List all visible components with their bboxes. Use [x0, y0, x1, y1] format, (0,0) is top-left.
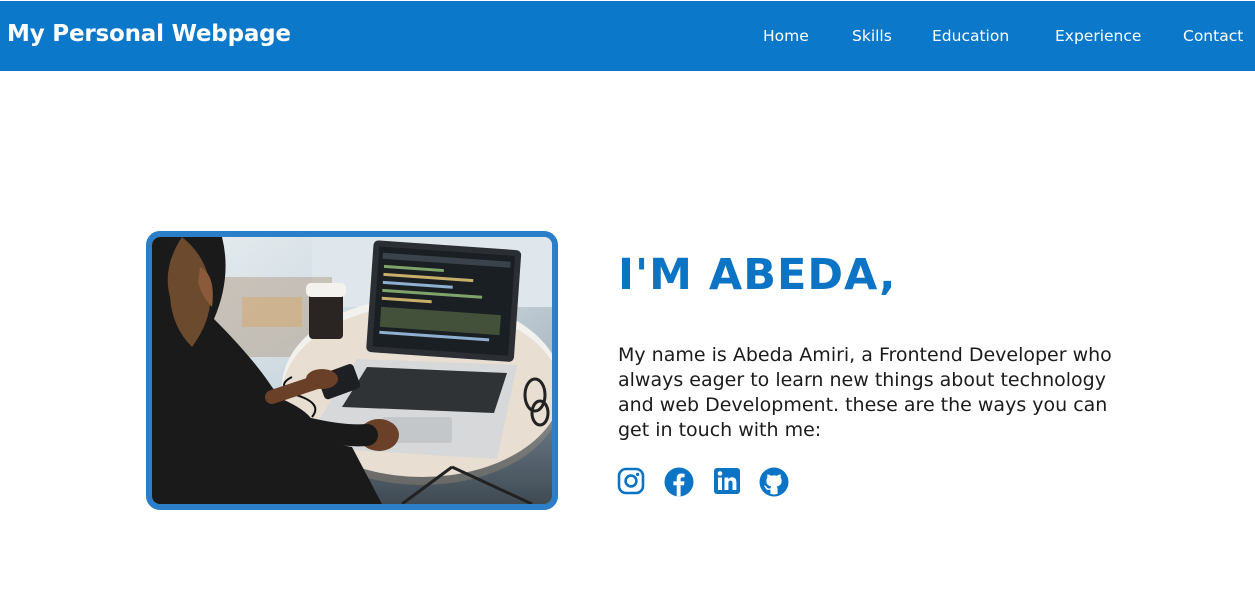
- facebook-icon[interactable]: [664, 467, 694, 497]
- nav-contact[interactable]: Contact: [1183, 27, 1243, 45]
- site-title[interactable]: My Personal Webpage: [7, 21, 291, 47]
- hero-heading: I'M ABEDA,: [618, 250, 897, 300]
- navbar: My Personal Webpage Home Skills Educatio…: [0, 1, 1255, 71]
- nav-skills[interactable]: Skills: [852, 27, 892, 45]
- hero-intro: My name is Abeda Amiri, a Frontend Devel…: [618, 344, 1112, 441]
- nav-home[interactable]: Home: [763, 27, 809, 45]
- github-icon[interactable]: [759, 467, 789, 497]
- hero-photo: [146, 231, 558, 510]
- instagram-icon[interactable]: [617, 467, 647, 497]
- nav-experience[interactable]: Experience: [1055, 27, 1141, 45]
- linkedin-icon[interactable]: [713, 467, 743, 497]
- person-laptop-photo: [152, 237, 552, 504]
- nav-education[interactable]: Education: [932, 27, 1009, 45]
